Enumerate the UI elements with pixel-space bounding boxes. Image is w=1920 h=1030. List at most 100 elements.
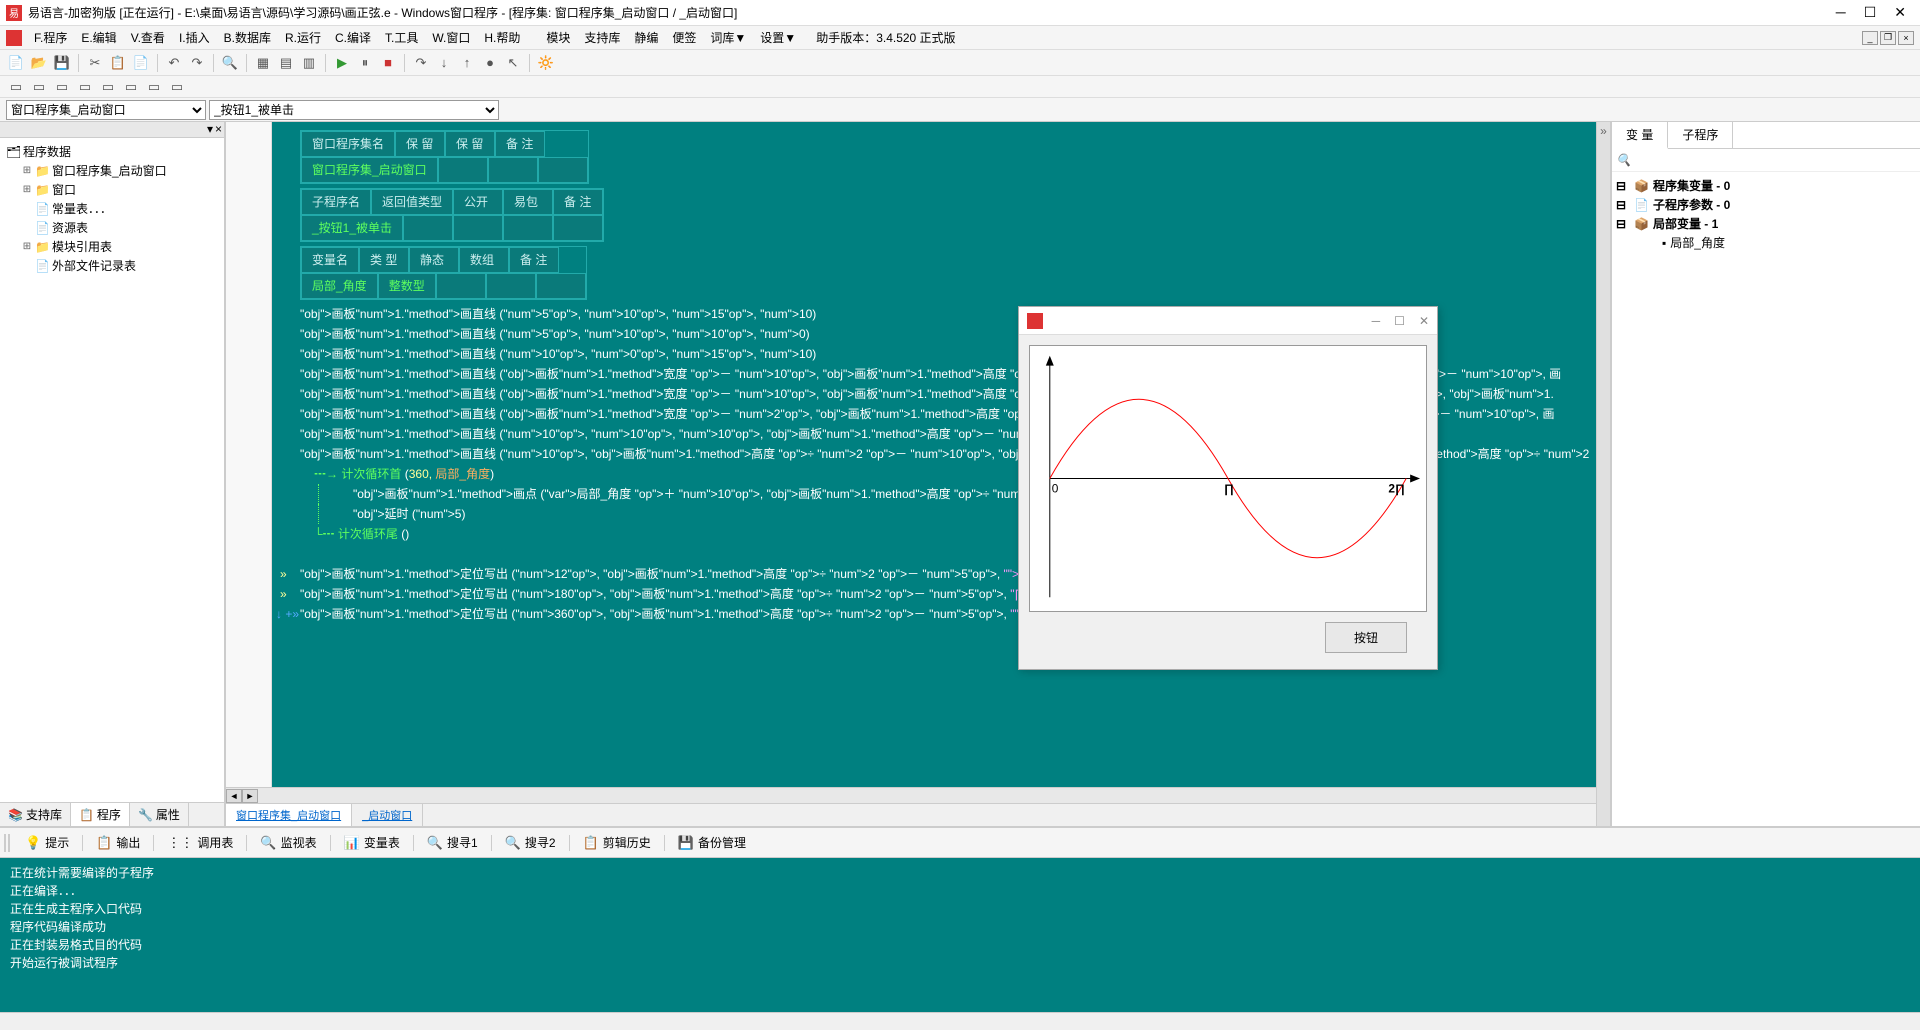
menu-window[interactable]: W.窗口 (426, 27, 476, 48)
tab-program[interactable]: 📋程序 (71, 803, 130, 826)
redo-button[interactable]: ↷ (187, 53, 207, 73)
subroutine-combo[interactable]: _按钮1_被单击 (209, 100, 499, 120)
preview-titlebar[interactable]: ─ ☐ ✕ (1019, 307, 1437, 335)
layout1-button[interactable]: ▦ (253, 53, 273, 73)
copy-button[interactable]: 📋 (108, 53, 128, 73)
menu-database[interactable]: B.数据库 (218, 27, 277, 48)
tree-item[interactable]: 📄外部文件记录表 (20, 256, 220, 275)
menu-static-compile[interactable]: 静编 (628, 27, 664, 48)
tb2-1[interactable]: ▭ (6, 77, 26, 97)
menu-support-lib[interactable]: 支持库 (578, 27, 626, 48)
tab-search2[interactable]: 🔍搜寻2 (496, 830, 565, 855)
step-into-button[interactable]: ↓ (434, 53, 454, 73)
stop-button[interactable]: ■ (378, 53, 398, 73)
menu-insert[interactable]: I.插入 (173, 27, 216, 48)
tab-programset[interactable]: 窗口程序集_启动窗口 (226, 804, 352, 826)
panel-close-icon[interactable]: × (215, 122, 222, 137)
tb2-8[interactable]: ▭ (167, 77, 187, 97)
left-panel-tabs: 📚支持库 📋程序 🔧属性 (0, 802, 224, 826)
menu-run[interactable]: R.运行 (279, 27, 327, 48)
mdi-restore-button[interactable]: ❐ (1880, 31, 1896, 45)
tb2-6[interactable]: ▭ (121, 77, 141, 97)
preview-action-button[interactable]: 按钮 (1325, 622, 1407, 653)
menu-help[interactable]: H.帮助 (478, 27, 526, 48)
mdi-close-button[interactable]: × (1898, 31, 1914, 45)
tab-search1[interactable]: 🔍搜寻1 (418, 830, 487, 855)
tab-support-lib[interactable]: 📚支持库 (0, 803, 71, 826)
knowledge-button[interactable]: 🔆 (536, 53, 556, 73)
preview-maximize-button[interactable]: ☐ (1394, 314, 1405, 328)
pause-button[interactable]: ⏸ (355, 53, 375, 73)
output-tabs: 💡提示 📋输出 ⋮⋮调用表 🔍监视表 📊变量表 🔍搜寻1 🔍搜寻2 📋剪辑历史 … (0, 828, 1920, 858)
tree-item[interactable]: ⊞📁窗口程序集_启动窗口 (20, 161, 220, 180)
status-bar (0, 1012, 1920, 1030)
tab-calltable[interactable]: ⋮⋮调用表 (158, 830, 242, 855)
preview-minimize-button[interactable]: ─ (1372, 314, 1381, 328)
output-content[interactable]: 正在统计需要编译的子程序正在编译．．．正在生成主程序入口代码程序代码编译成功正在… (0, 858, 1920, 1012)
tab-properties[interactable]: 🔧属性 (130, 803, 189, 826)
tb2-3[interactable]: ▭ (52, 77, 72, 97)
step-out-button[interactable]: ↑ (457, 53, 477, 73)
drawing-canvas: 0 ∏ 2∏ (1029, 345, 1427, 612)
tab-cliphistory[interactable]: 📋剪辑历史 (574, 830, 660, 855)
horizontal-scrollbar[interactable]: ◄► (226, 787, 1596, 803)
tab-output[interactable]: 📋输出 (87, 830, 149, 855)
cursor-button[interactable]: ↖ (503, 53, 523, 73)
tab-backup[interactable]: 💾备份管理 (669, 830, 755, 855)
menu-dictionary[interactable]: 词库▼ (704, 27, 752, 48)
cut-button[interactable]: ✂ (85, 53, 105, 73)
tab-watch[interactable]: 🔍监视表 (251, 830, 325, 855)
menu-view[interactable]: V.查看 (125, 27, 171, 48)
variable-search-input[interactable] (1616, 153, 1916, 167)
undo-button[interactable]: ↶ (164, 53, 184, 73)
programset-combo[interactable]: 窗口程序集_启动窗口 (6, 100, 206, 120)
tab-variables[interactable]: 变 量 (1612, 122, 1668, 149)
tab-tips[interactable]: 💡提示 (16, 830, 78, 855)
find-button[interactable]: 🔍 (220, 53, 240, 73)
app-icon: 易 (6, 5, 22, 21)
tb2-5[interactable]: ▭ (98, 77, 118, 97)
tab-subroutines[interactable]: 子程序 (1668, 122, 1733, 148)
menu-compile[interactable]: C.编译 (329, 27, 377, 48)
tree-item[interactable]: 📄常量表．．． (20, 199, 220, 218)
tab-vartable[interactable]: 📊变量表 (335, 830, 409, 855)
menu-module[interactable]: 模块 (540, 27, 576, 48)
main-toolbar: 📄 📂 💾 ✂ 📋 📄 ↶ ↷ 🔍 ▦ ▤ ▥ ▶ ⏸ ■ ↷ ↓ ↑ ● ↖ … (0, 50, 1920, 76)
new-button[interactable]: 📄 (6, 53, 26, 73)
panel-pin-icon[interactable]: ▾ (207, 122, 213, 137)
menu-settings[interactable]: 设置▼ (754, 27, 802, 48)
minimize-button[interactable]: ─ (1836, 4, 1846, 21)
menu-tools[interactable]: T.工具 (379, 27, 424, 48)
tree-item[interactable]: ⊞📁窗口 (20, 180, 220, 199)
tree-root[interactable]: 🗂程序数据 (4, 142, 220, 161)
run-button[interactable]: ▶ (332, 53, 352, 73)
maximize-button[interactable]: ☐ (1864, 4, 1877, 21)
layout2-button[interactable]: ▤ (276, 53, 296, 73)
tree-item[interactable]: ⊞📁模块引用表 (20, 237, 220, 256)
right-panel-toggle[interactable]: » (1596, 122, 1610, 826)
close-button[interactable]: ✕ (1894, 4, 1906, 21)
save-button[interactable]: 💾 (52, 53, 72, 73)
menu-edit[interactable]: E.编辑 (75, 27, 122, 48)
menu-program[interactable]: F.程序 (28, 27, 73, 48)
tb2-2[interactable]: ▭ (29, 77, 49, 97)
step-over-button[interactable]: ↷ (411, 53, 431, 73)
mdi-minimize-button[interactable]: _ (1862, 31, 1878, 45)
breakpoint-button[interactable]: ● (480, 53, 500, 73)
app-icon-small (6, 30, 22, 46)
runtime-preview-window[interactable]: ─ ☐ ✕ 0 ∏ (1018, 306, 1438, 670)
combo-toolbar: 窗口程序集_启动窗口 _按钮1_被单击 (0, 98, 1920, 122)
menu-notes[interactable]: 便签 (666, 27, 702, 48)
variables-tree[interactable]: ⊟📦程序集变量 - 0⊟📄子程序参数 - 0⊟📦局部变量 - 1▪局部_角度 (1612, 172, 1920, 256)
tree-item[interactable]: 📄资源表 (20, 218, 220, 237)
layout3-button[interactable]: ▥ (299, 53, 319, 73)
window-titlebar: 易 易语言-加密狗版 [正在运行] - E:\桌面\易语言\源码\学习源码\画正… (0, 0, 1920, 26)
svg-text:0: 0 (1052, 481, 1059, 495)
preview-close-button[interactable]: ✕ (1419, 314, 1429, 328)
tb2-4[interactable]: ▭ (75, 77, 95, 97)
tb2-7[interactable]: ▭ (144, 77, 164, 97)
paste-button[interactable]: 📄 (131, 53, 151, 73)
project-tree[interactable]: 🗂程序数据 ⊞📁窗口程序集_启动窗口 ⊞📁窗口 📄常量表．．． 📄资源表 ⊞📁模… (0, 138, 224, 802)
open-button[interactable]: 📂 (29, 53, 49, 73)
tab-startwindow[interactable]: _启动窗口 (352, 804, 423, 826)
